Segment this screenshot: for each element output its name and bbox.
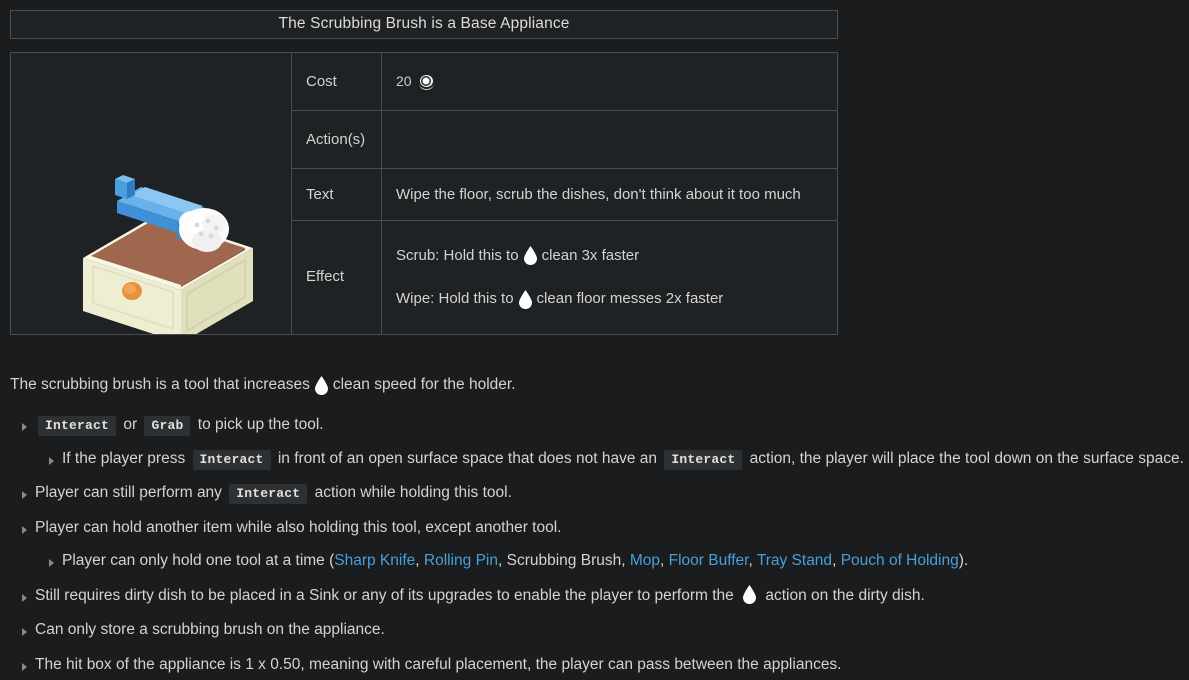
infobox-table: Cost 20 Action(s) Text Wipe the floor, s… (10, 51, 838, 336)
lead-after: clean speed for the holder. (332, 376, 516, 393)
effect-line-scrub: Scrub: Hold this to clean 3x faster (396, 245, 823, 267)
b1-tail: to pick up the tool. (197, 416, 324, 434)
wiki-article-page: The Scrubbing Brush is a Base Appliance (0, 0, 1189, 680)
b1-sub-mid: in front of an open surface space that d… (277, 449, 657, 467)
tool-link[interactable]: Floor Buffer (669, 552, 749, 569)
infobox-title: The Scrubbing Brush is a Base Appliance (278, 15, 570, 33)
key-chip-interact[interactable]: Interact (38, 416, 117, 437)
water-droplet-icon (523, 245, 538, 265)
b1-sub-tail: action, the player will place the tool d… (749, 449, 1184, 467)
water-droplet-icon (314, 375, 329, 395)
list-item: Interact or Grab to pick up the tool. If… (10, 414, 1185, 470)
scrubbing-brush-appliance-icon (83, 175, 253, 334)
appliance-image-cell (10, 52, 292, 335)
row-value-actions (381, 110, 838, 170)
water-droplet-icon (742, 584, 757, 604)
tool-link[interactable]: Rolling Pin (424, 552, 498, 569)
water-droplet-icon (518, 289, 533, 309)
b2-pre: Player can still perform any (35, 484, 222, 502)
row-value-cost: 20 (381, 51, 838, 112)
row-label-cost: Cost (291, 51, 382, 112)
separator: , (832, 552, 841, 570)
tool-name-current: Scrubbing Brush (506, 552, 622, 570)
infobox-header: The Scrubbing Brush is a Base Appliance (10, 10, 838, 39)
table-row: Cost 20 (10, 51, 838, 335)
bullet-list: Interact or Grab to pick up the tool. If… (10, 414, 1185, 676)
list-item: The hit box of the appliance is 1 x 0.50… (10, 654, 1185, 676)
b4-tail: action on the dirty dish. (765, 586, 925, 604)
tool-link-list: Sharp Knife, Rolling Pin, Scrubbing Brus… (334, 552, 958, 569)
separator: , (660, 552, 669, 570)
effect-scrub-prefix: Scrub: Hold this to (396, 246, 519, 264)
b3-sub-pre: Player can only hold one tool at a time … (62, 552, 335, 570)
effect-wipe-suffix: clean floor messes 2x faster (536, 290, 724, 308)
tool-link[interactable]: Mop (630, 552, 660, 569)
lead-before: The scrubbing brush is a tool that incre… (10, 376, 310, 393)
sub-bullet-list: If the player press Interact in front of… (35, 448, 1185, 470)
separator: , (748, 552, 757, 570)
tool-link[interactable]: Sharp Knife (334, 552, 415, 569)
appliance-isometric-art (11, 53, 292, 334)
tool-link[interactable]: Pouch of Holding (841, 552, 959, 569)
row-label-effect: Effect (291, 219, 382, 336)
effect-wipe-prefix: Wipe: Hold this to (396, 290, 514, 308)
b3-sub-tail: ). (958, 552, 969, 570)
separator: , (415, 552, 424, 570)
tool-link[interactable]: Tray Stand (757, 552, 832, 569)
b5-text: Can only store a scrubbing brush on the … (35, 621, 385, 639)
key-chip-interact[interactable]: Interact (664, 449, 743, 470)
separator: , (621, 552, 630, 570)
row-value-effect: Scrub: Hold this to clean 3x faster Wipe… (381, 219, 838, 336)
list-item: Player can still perform any Interact ac… (10, 482, 1185, 505)
list-item: Player can only hold one tool at a time … (35, 550, 1185, 572)
separator: , (498, 552, 507, 570)
row-value-text: Wipe the floor, scrub the dishes, don't … (381, 168, 838, 221)
sub-bullet-list: Player can only hold one tool at a time … (35, 550, 1185, 572)
coin-icon (417, 72, 435, 91)
b1-or: or (123, 416, 138, 434)
b1-sub-pre: If the player press (62, 449, 186, 467)
b2-tail: action while holding this tool. (314, 484, 512, 502)
cost-amount: 20 (396, 73, 412, 90)
effect-line-wipe: Wipe: Hold this to clean floor messes 2x… (396, 288, 823, 310)
article-body: The scrubbing brush is a tool that incre… (10, 374, 1185, 680)
key-chip-interact[interactable]: Interact (229, 484, 308, 505)
row-label-text: Text (291, 168, 382, 221)
key-chip-interact[interactable]: Interact (192, 449, 271, 470)
list-item: If the player press Interact in front of… (35, 448, 1185, 470)
effect-scrub-suffix: clean 3x faster (541, 246, 640, 264)
key-chip-grab[interactable]: Grab (144, 416, 191, 437)
row-label-actions: Action(s) (291, 110, 382, 170)
list-item: Can only store a scrubbing brush on the … (10, 619, 1185, 641)
lead-paragraph: The scrubbing brush is a tool that incre… (10, 374, 1185, 396)
list-item: Still requires dirty dish to be placed i… (10, 584, 1185, 607)
b6-text: The hit box of the appliance is 1 x 0.50… (35, 655, 842, 673)
b4-pre: Still requires dirty dish to be placed i… (35, 586, 734, 604)
list-item: Player can hold another item while also … (10, 517, 1185, 573)
b3-text: Player can hold another item while also … (35, 518, 562, 536)
